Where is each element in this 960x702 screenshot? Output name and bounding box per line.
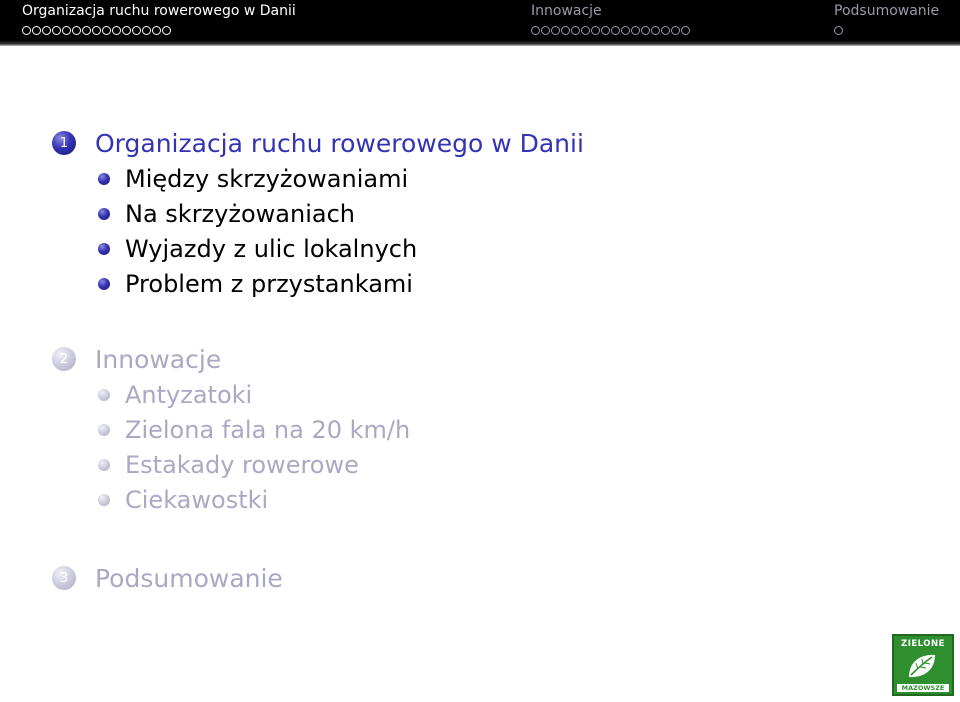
frame-dot[interactable] [72,25,81,35]
frame-dot[interactable] [571,25,580,35]
bullet-ball-icon [98,277,110,290]
frame-dot[interactable] [32,25,41,35]
bullet-ball-icon [98,242,110,255]
table-of-contents: 1 Organizacja ruchu rowerowego w Danii M… [52,125,584,596]
bullet-ball-icon [98,207,110,220]
toc-subsection[interactable]: Estakady rowerowe [52,447,584,482]
toc-section-header[interactable]: 2 Innowacje [52,341,584,377]
frame-dot[interactable] [551,25,560,35]
bullet-ball-icon [98,423,110,436]
frame-dot[interactable] [601,25,610,35]
bullet-ball-icon [98,493,110,506]
frame-dot[interactable] [82,25,91,35]
frame-dot[interactable] [611,25,620,35]
frame-dot[interactable] [142,25,151,35]
frame-dot[interactable] [92,25,101,35]
toc-subsection[interactable]: Na skrzyżowaniach [52,196,584,231]
section-title[interactable]: Organizacja ruchu rowerowego w Danii [95,129,584,158]
frame-dot[interactable] [641,25,650,35]
frame-dot[interactable] [22,25,31,35]
leaf-icon [909,654,935,678]
nav-section-title[interactable]: Innowacje [531,2,690,20]
frame-dot[interactable] [834,25,843,35]
frame-dot[interactable] [671,25,680,35]
frame-dot[interactable] [52,25,61,35]
frame-dot[interactable] [591,25,600,35]
bullet-ball-icon [98,458,110,471]
frame-dot[interactable] [132,25,141,35]
frame-dot[interactable] [62,25,71,35]
toc-subsection[interactable]: Wyjazdy z ulic lokalnych [52,231,584,266]
frame-dot[interactable] [152,25,161,35]
nav-section-title[interactable]: Podsumowanie [834,2,939,20]
zielone-mazowsze-logo: ZIELONE MAZOWSZE [892,634,954,696]
toc-subsection[interactable]: Problem z przystankami [52,266,584,301]
subsection-title[interactable]: Zielona fala na 20 km/h [125,416,410,444]
logo-top-text: ZIELONE [901,639,945,649]
frame-dot[interactable] [581,25,590,35]
bullet-ball-icon [98,388,110,401]
frame-dot[interactable] [621,25,630,35]
toc-subsection[interactable]: Ciekawostki [52,482,584,517]
nav-section-2[interactable]: Innowacje [531,2,690,42]
logo-bottom-text: MAZOWSZE [897,684,949,692]
frame-dot[interactable] [631,25,640,35]
section-number-ball: 2 [52,347,76,371]
toc-section-header[interactable]: 1 Organizacja ruchu rowerowego w Danii [52,125,584,161]
nav-section-title[interactable]: Organizacja ruchu rowerowego w Danii [22,2,296,20]
subsection-title[interactable]: Problem z przystankami [125,270,413,298]
section-title[interactable]: Innowacje [95,345,221,374]
toc-section-2: 2 Innowacje Antyzatoki Zielona fala na 2… [52,341,584,517]
toc-section-header[interactable]: 3 Podsumowanie [52,560,584,596]
toc-section-1: 1 Organizacja ruchu rowerowego w Danii M… [52,125,584,301]
frame-dot[interactable] [531,25,540,35]
toc-subsection[interactable]: Między skrzyżowaniami [52,161,584,196]
toc-section-3: 3 Podsumowanie [52,560,584,596]
nav-frame-dots [531,24,690,36]
toc-subsection[interactable]: Antyzatoki [52,377,584,412]
frame-dot[interactable] [162,25,171,35]
subsection-title[interactable]: Wyjazdy z ulic lokalnych [125,235,417,263]
subsection-title[interactable]: Na skrzyżowaniach [125,200,355,228]
navigation-bar: Organizacja ruchu rowerowego w Danii Inn… [0,0,960,46]
section-number-ball: 3 [52,566,76,590]
subsection-title[interactable]: Między skrzyżowaniami [125,165,408,193]
frame-dot[interactable] [651,25,660,35]
toc-subsection[interactable]: Zielona fala na 20 km/h [52,412,584,447]
nav-frame-dots [834,24,939,36]
frame-dot[interactable] [681,25,690,35]
frame-dot[interactable] [102,25,111,35]
nav-section-3[interactable]: Podsumowanie [834,2,939,42]
bullet-ball-icon [98,172,110,185]
frame-dot[interactable] [42,25,51,35]
nav-frame-dots [22,24,296,36]
section-title[interactable]: Podsumowanie [95,564,283,593]
subsection-title[interactable]: Estakady rowerowe [125,451,359,479]
section-number-ball: 1 [52,131,76,155]
subsection-title[interactable]: Ciekawostki [125,486,268,514]
subsection-title[interactable]: Antyzatoki [125,381,252,409]
frame-dot[interactable] [122,25,131,35]
frame-dot[interactable] [661,25,670,35]
nav-section-1[interactable]: Organizacja ruchu rowerowego w Danii [22,2,296,42]
frame-dot[interactable] [112,25,121,35]
frame-dot[interactable] [561,25,570,35]
frame-dot[interactable] [541,25,550,35]
